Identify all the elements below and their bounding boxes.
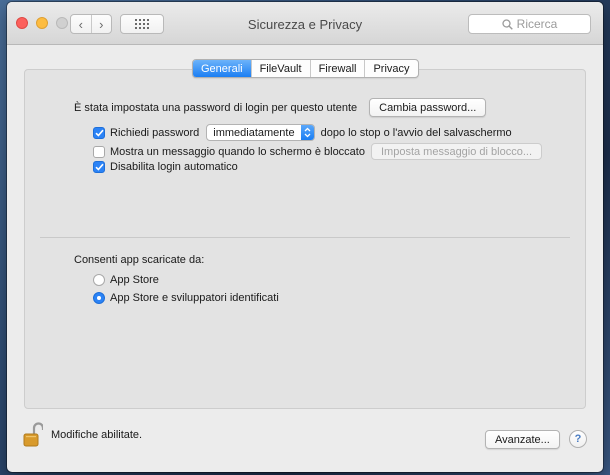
apps-heading: Consenti app scaricate da: [74,254,204,266]
tab-firewall[interactable]: Firewall [309,60,365,77]
select-value: immediatamente [213,126,295,139]
section-divider [40,237,570,238]
help-button[interactable]: ? [569,430,587,448]
search-icon [502,18,513,30]
general-panel: È stata impostata una password di login … [24,69,586,409]
radio-app-store-identified[interactable]: App Store e sviluppatori identificati [93,292,279,304]
show-message-label: Mostra un messaggio quando lo schermo è … [110,145,365,158]
apps-heading-text: Consenti app scaricate da: [74,254,205,266]
show-message-checkbox[interactable] [93,145,105,158]
checkmark-icon [94,163,104,171]
tab-bar: Generali FileVault Firewall Privacy [192,59,419,78]
lock-open-icon[interactable] [23,422,43,448]
radio-app-store-label: App Store [110,274,159,286]
password-status-text: È stata impostata una password di login … [74,101,358,114]
require-password-delay-select[interactable]: immediatamente [206,124,315,141]
disable-autologin-label: Disabilita login automatico [110,161,238,173]
radio-app-store-identified-button[interactable] [93,292,105,304]
set-lock-message-button[interactable]: Imposta messaggio di blocco... [370,143,543,160]
require-password-checkbox[interactable] [93,126,105,139]
lock-status-text: Modifiche abilitate. [51,429,143,441]
require-password-row: Richiedi password immediatamente dopo lo… [93,124,512,141]
require-password-label: Richiedi password [110,126,200,139]
radio-app-store[interactable]: App Store [93,274,159,286]
tab-filevault[interactable]: FileVault [250,60,310,77]
disable-autologin-row: Disabilita login automatico [93,161,238,173]
show-message-row: Mostra un messaggio quando lo schermo è … [93,143,543,160]
tab-generali[interactable]: Generali [193,60,251,77]
radio-app-store-identified-label: App Store e sviluppatori identificati [110,292,279,304]
updown-arrows-icon [300,125,314,140]
password-row: È stata impostata una password di login … [74,98,487,117]
title-bar: ‹ › Sicurezza e Privacy Ricerca [7,2,603,45]
search-field[interactable]: Ricerca [468,14,591,34]
question-icon: ? [574,433,582,445]
checkmark-icon [94,129,104,137]
preferences-window: ‹ › Sicurezza e Privacy Ricerca Generali… [7,2,603,472]
advanced-button[interactable]: Avanzate... [485,430,560,449]
tab-privacy[interactable]: Privacy [364,60,417,77]
search-placeholder: Ricerca [516,17,558,31]
disable-autologin-checkbox[interactable] [93,161,105,173]
lock-area: Modifiche abilitate. [23,422,142,448]
change-password-button[interactable]: Cambia password... [369,98,487,117]
radio-app-store-button[interactable] [93,274,105,286]
require-password-suffix: dopo lo stop o l'avvio del salvaschermo [320,126,512,139]
